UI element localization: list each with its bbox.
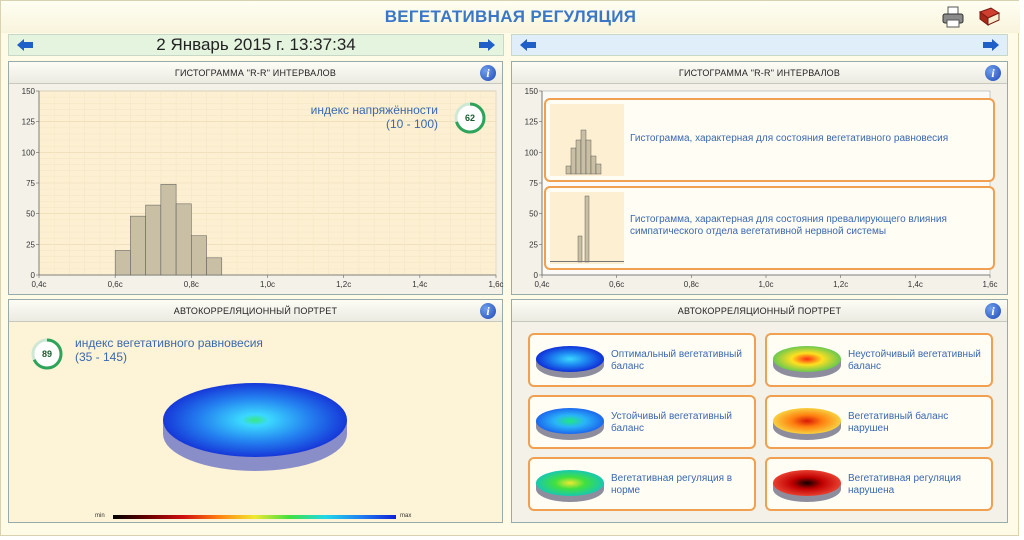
autocorrelation-portrait-panel: АВТОКОРРЕЛЯЦИОННЫЙ ПОРТРЕТ i 89 индекс в…	[8, 299, 503, 523]
y-tick-label: 0	[534, 271, 539, 280]
arrow-right-icon[interactable]	[983, 39, 999, 51]
date-navigator: 2 Январь 2015 г. 13:37:34	[8, 34, 504, 56]
y-tick-label: 50	[26, 210, 35, 219]
portrait-reference-label: Оптимальный вегетативный баланс	[611, 349, 742, 372]
balance-index-value: 89	[42, 349, 52, 359]
x-tick-label: 0,4c	[31, 280, 46, 289]
histogram-bar	[130, 215, 146, 276]
histogram-bar	[175, 203, 192, 276]
portrait-reference-card[interactable]: Вегетативный баланс нарушен	[765, 395, 993, 449]
x-tick-label: 1,4c	[412, 280, 427, 289]
x-tick-label: 0,8c	[684, 280, 699, 289]
portrait-disc-thumbnail	[773, 346, 841, 378]
x-tick-label: 0,4c	[534, 280, 549, 289]
y-tick-label: 25	[529, 240, 538, 249]
y-tick-label: 125	[525, 118, 539, 127]
portrait-reference-label: Вегетативная регуляция в норме	[611, 473, 733, 496]
portrait-disc-thumbnail	[773, 408, 841, 440]
x-tick-label: 0,6c	[108, 280, 123, 289]
balance-index-range: (35 - 145)	[75, 350, 128, 364]
rr-histogram-reference-panel: ГИСТОГРАММА "R-R" ИНТЕРВАЛОВ i 0 25 50 75 10…	[511, 61, 1008, 295]
arrow-left-icon[interactable]	[520, 39, 536, 51]
balance-index-label: индекс вегетативного равновесия	[75, 336, 263, 350]
reference-card-text: Гистограмма, характерная для состояния в…	[630, 133, 949, 144]
y-tick-label: 75	[529, 179, 538, 188]
stress-index-label: индекс напряжённости	[310, 103, 438, 117]
x-tick-label: 1,4c	[908, 280, 923, 289]
balance-histogram-thumbnail	[550, 104, 624, 176]
stress-index-range: (10 - 100)	[385, 117, 438, 131]
x-tick-label: 1,6c	[982, 280, 997, 289]
x-tick-label: 1,6c	[488, 280, 503, 289]
histogram-bar	[206, 257, 223, 276]
rr-histogram-panel: ГИСТОГРАММА "R-R" ИНТЕРВАЛОВ i 0 25 50 75 10…	[8, 61, 504, 295]
autocorrelation-disc	[163, 383, 347, 471]
date-time-label: 2 Январь 2015 г. 13:37:34	[156, 35, 356, 54]
histogram-bar	[114, 250, 131, 276]
portrait-reference-label: Устойчивый вегетативный баланс	[611, 411, 732, 434]
arrow-right-icon[interactable]	[479, 39, 495, 51]
histogram-bar	[160, 183, 177, 276]
y-tick-label: 0	[31, 271, 36, 280]
y-tick-label: 100	[525, 148, 539, 157]
reference-card-balance[interactable]: Гистограмма, характерная для состояния в…	[544, 98, 995, 182]
portrait-reference-label: Неустойчивый вегетативный баланс	[848, 349, 981, 372]
portrait-reference-card[interactable]: Устойчивый вегетативный баланс	[528, 395, 756, 449]
scale-min-label: min	[95, 513, 105, 519]
arrow-left-icon[interactable]	[17, 39, 33, 51]
info-icon[interactable]: i	[985, 303, 1001, 319]
app-window: ВЕГЕТАТИВНАЯ РЕГУЛЯЦИЯ 2 Январь 2015 г. …	[0, 0, 1020, 536]
portrait-reference-card[interactable]: Вегетативная регуляция нарушена	[765, 457, 993, 511]
portrait-reference-card[interactable]: Неустойчивый вегетативный баланс	[765, 333, 993, 387]
reference-card-text: Гистограмма, характерная для состояния п…	[630, 214, 947, 237]
x-tick-label: 1,0c	[758, 280, 773, 289]
x-tick-label: 1,0c	[260, 280, 275, 289]
portrait-disc-thumbnail	[773, 470, 841, 502]
y-tick-label: 100	[22, 148, 36, 157]
y-tick-label: 75	[26, 179, 35, 188]
balance-index-badge: 89	[31, 338, 63, 370]
panel-title: АВТОКОРРЕЛЯЦИОННЫЙ ПОРТРЕТ	[9, 300, 502, 322]
info-icon[interactable]: i	[480, 303, 496, 319]
x-tick-label: 1,2c	[833, 280, 848, 289]
compare-navigator	[511, 34, 1008, 56]
histogram-bar	[191, 235, 207, 276]
y-tick-label: 50	[529, 210, 538, 219]
portrait-reference-card[interactable]: Вегетативная регуляция в норме	[528, 457, 756, 511]
portrait-disc-thumbnail	[536, 408, 604, 440]
stress-index-badge: 62	[454, 102, 486, 134]
color-scale-bar	[113, 515, 396, 519]
y-tick-label: 150	[22, 87, 36, 96]
portrait-disc-thumbnail	[536, 470, 604, 502]
portrait-reference-card[interactable]: Оптимальный вегетативный баланс	[528, 333, 756, 387]
sympathetic-histogram-thumbnail	[550, 192, 624, 264]
portrait-reference-label: Вегетативная регуляция нарушена	[848, 473, 961, 496]
scale-max-label: max	[400, 513, 412, 519]
x-tick-label: 0,8c	[184, 280, 199, 289]
y-tick-label: 125	[22, 118, 36, 127]
histogram-bar	[145, 204, 162, 276]
y-tick-label: 25	[26, 240, 35, 249]
portrait-reference-label: Вегетативный баланс нарушен	[848, 411, 949, 434]
title-bar: ВЕГЕТАТИВНАЯ РЕГУЛЯЦИЯ	[1, 1, 1020, 33]
page-title: ВЕГЕТАТИВНАЯ РЕГУЛЯЦИЯ	[384, 7, 637, 26]
y-tick-label: 150	[525, 87, 539, 96]
x-tick-label: 1,2c	[336, 280, 351, 289]
x-tick-label: 0,6c	[609, 280, 624, 289]
printer-icon[interactable]	[941, 6, 965, 28]
panel-title: АВТОКОРРЕЛЯЦИОННЫЙ ПОРТРЕТ	[512, 300, 1007, 322]
stress-index-value: 62	[465, 113, 475, 123]
autocorrelation-reference-panel: АВТОКОРРЕЛЯЦИОННЫЙ ПОРТРЕТ i Оптимальный…	[511, 299, 1008, 523]
portrait-disc-thumbnail	[536, 346, 604, 378]
reference-card-sympathetic[interactable]: Гистограмма, характерная для состояния п…	[544, 186, 995, 270]
rr-histogram-chart: 0 25 50 75 100 125 150 0,4c 0,6c 0,8c 1,0c 1,2c 1,4c…	[22, 87, 504, 289]
book-icon[interactable]	[977, 6, 1001, 28]
